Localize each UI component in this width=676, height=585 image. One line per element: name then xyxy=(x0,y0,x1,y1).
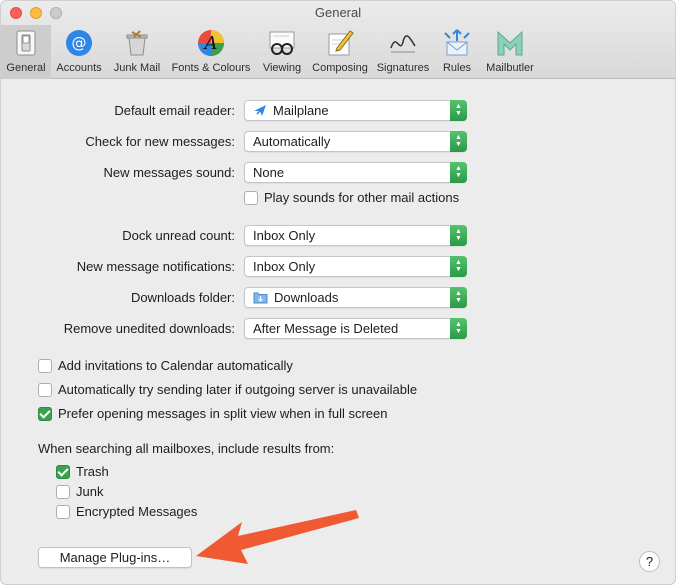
encrypted-label: Encrypted Messages xyxy=(76,504,198,519)
popup-stepper-icon: ▲ ▼ xyxy=(450,224,467,246)
split-view-label: Prefer opening messages in split view wh… xyxy=(58,406,388,421)
rules-envelope-icon xyxy=(441,27,473,59)
trash-option[interactable]: Trash xyxy=(56,464,109,479)
downloads-folder-row: Downloads folder: Downloads ▲ ▼ xyxy=(1,286,675,308)
help-button[interactable]: ? xyxy=(639,551,660,572)
font-palette-icon: A xyxy=(195,27,227,59)
tab-mailbutler[interactable]: Mailbutler xyxy=(479,25,541,79)
tab-junk-mail[interactable]: Junk Mail xyxy=(107,25,167,79)
dock-unread-label: Dock unread count: xyxy=(122,227,235,243)
default-reader-popup[interactable]: Mailplane ▲ ▼ xyxy=(244,99,467,121)
play-sounds-checkbox[interactable] xyxy=(244,190,258,205)
tab-general[interactable]: General xyxy=(1,25,51,79)
notifications-row: New message notifications: Inbox Only ▲ ▼ xyxy=(1,255,675,277)
tab-junk-mail-label: Junk Mail xyxy=(113,62,161,74)
notifications-popup[interactable]: Inbox Only ▲ ▼ xyxy=(244,255,467,277)
new-sound-value: None xyxy=(253,164,285,180)
send-later-option[interactable]: Automatically try sending later if outgo… xyxy=(38,382,417,397)
at-sign-icon: @ xyxy=(63,27,95,59)
tab-accounts-label: Accounts xyxy=(56,62,102,74)
calendar-label: Add invitations to Calendar automaticall… xyxy=(58,358,293,373)
tab-fonts-colours-label: Fonts & Colours xyxy=(171,62,251,74)
tab-rules[interactable]: Rules xyxy=(435,25,479,79)
send-later-label: Automatically try sending later if outgo… xyxy=(58,382,418,397)
junk-label: Junk xyxy=(76,484,104,499)
split-view-checkbox[interactable] xyxy=(38,406,52,421)
mailbutler-icon xyxy=(494,27,526,59)
svg-text:A: A xyxy=(203,33,218,54)
trash-label: Trash xyxy=(76,464,109,479)
remove-downloads-value: After Message is Deleted xyxy=(253,320,399,336)
switch-icon xyxy=(10,27,42,59)
preferences-window: General General @ Accounts Junk Mail A F… xyxy=(0,0,676,585)
popup-stepper-icon: ▲ ▼ xyxy=(450,99,467,121)
trash-checkbox[interactable] xyxy=(56,464,70,479)
title-bar: General General @ Accounts Junk Mail A F… xyxy=(1,1,675,79)
default-reader-value: Mailplane xyxy=(273,102,329,118)
check-messages-value: Automatically xyxy=(253,133,331,149)
calendar-checkbox[interactable] xyxy=(38,358,52,373)
junk-checkbox[interactable] xyxy=(56,484,70,499)
folder-icon xyxy=(253,291,268,304)
remove-downloads-row: Remove unedited downloads: After Message… xyxy=(1,317,675,339)
new-sound-row: New messages sound: None ▲ ▼ xyxy=(1,161,675,183)
new-sound-popup[interactable]: None ▲ ▼ xyxy=(244,161,467,183)
check-messages-row: Check for new messages: Automatically ▲ ▼ xyxy=(1,130,675,152)
tab-rules-label: Rules xyxy=(442,62,472,74)
popup-stepper-icon: ▲ ▼ xyxy=(450,255,467,277)
window-title: General xyxy=(314,5,362,20)
popup-stepper-icon: ▲ ▼ xyxy=(450,161,467,183)
downloads-folder-label: Downloads folder: xyxy=(130,289,235,305)
dock-unread-row: Dock unread count: Inbox Only ▲ ▼ xyxy=(1,224,675,246)
calendar-option[interactable]: Add invitations to Calendar automaticall… xyxy=(38,358,293,373)
encrypted-option[interactable]: Encrypted Messages xyxy=(56,504,197,519)
pointer-arrow-annotation xyxy=(196,510,359,564)
tab-general-label: General xyxy=(6,62,46,74)
tab-viewing-label: Viewing xyxy=(262,62,302,74)
junk-bin-icon xyxy=(121,27,153,59)
tab-mailbutler-label: Mailbutler xyxy=(486,62,534,74)
junk-option[interactable]: Junk xyxy=(56,484,103,499)
popup-stepper-icon: ▲ ▼ xyxy=(450,130,467,152)
tab-accounts[interactable]: @ Accounts xyxy=(51,25,107,79)
send-later-checkbox[interactable] xyxy=(38,382,52,397)
new-sound-label: New messages sound: xyxy=(103,164,235,180)
check-messages-label: Check for new messages: xyxy=(85,133,235,149)
downloads-folder-popup[interactable]: Downloads ▲ ▼ xyxy=(244,286,467,308)
tab-fonts-colours[interactable]: A Fonts & Colours xyxy=(167,25,255,79)
tab-viewing[interactable]: Viewing xyxy=(255,25,309,79)
encrypted-checkbox[interactable] xyxy=(56,504,70,519)
preferences-toolbar: General @ Accounts Junk Mail A Fonts & C… xyxy=(1,25,541,79)
tab-signatures-label: Signatures xyxy=(376,62,430,74)
remove-downloads-popup[interactable]: After Message is Deleted ▲ ▼ xyxy=(244,317,467,339)
check-messages-popup[interactable]: Automatically ▲ ▼ xyxy=(244,130,467,152)
remove-downloads-label: Remove unedited downloads: xyxy=(63,320,235,336)
split-view-option[interactable]: Prefer opening messages in split view wh… xyxy=(38,406,388,421)
play-sounds-label: Play sounds for other mail actions xyxy=(264,190,460,205)
downloads-folder-value: Downloads xyxy=(274,289,339,305)
dock-unread-popup[interactable]: Inbox Only ▲ ▼ xyxy=(244,224,467,246)
glasses-icon xyxy=(266,27,298,59)
svg-text:@: @ xyxy=(72,34,87,52)
pencil-note-icon xyxy=(324,27,356,59)
airplane-icon xyxy=(253,103,267,117)
search-heading: When searching all mailboxes, include re… xyxy=(38,441,335,456)
popup-stepper-icon: ▲ ▼ xyxy=(450,317,467,339)
notifications-label: New message notifications: xyxy=(76,258,235,274)
dock-unread-value: Inbox Only xyxy=(253,227,316,243)
play-sounds-option[interactable]: Play sounds for other mail actions xyxy=(244,190,459,205)
tab-signatures[interactable]: Signatures xyxy=(371,25,435,79)
manage-plugins-button[interactable]: Manage Plug-ins… xyxy=(38,547,192,568)
notifications-value: Inbox Only xyxy=(253,258,316,274)
tab-composing-label: Composing xyxy=(312,62,368,74)
default-reader-label: Default email reader: xyxy=(114,102,235,118)
signature-icon xyxy=(387,27,419,59)
default-reader-row: Default email reader: Mailplane ▲ ▼ xyxy=(1,99,675,121)
popup-stepper-icon: ▲ ▼ xyxy=(450,286,467,308)
tab-composing[interactable]: Composing xyxy=(309,25,371,79)
